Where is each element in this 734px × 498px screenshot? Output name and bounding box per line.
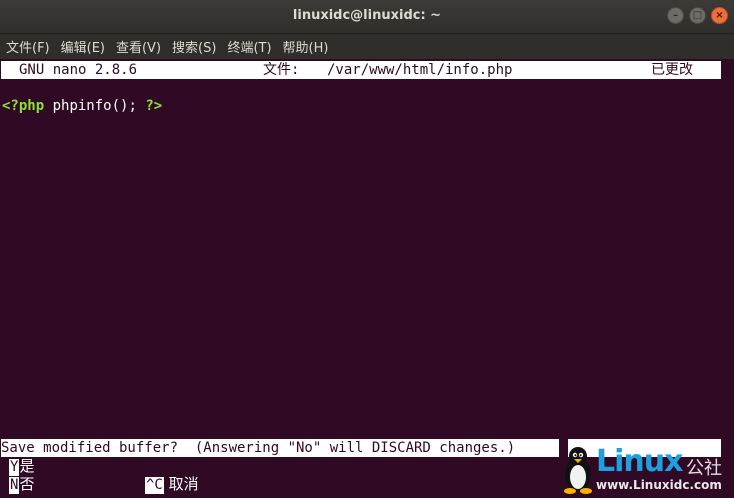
code-line: <?php phpinfo(); ?>: [2, 97, 162, 115]
logo-brand: Linux: [596, 444, 683, 479]
menu-bar: 文件(F) 编辑(E) 查看(V) 搜索(S) 终端(T) 帮助(H): [0, 34, 734, 59]
code-body: phpinfo();: [44, 98, 146, 114]
php-open-tag: <?php: [2, 98, 45, 114]
shortcut-yes[interactable]: Y是: [9, 457, 35, 476]
menu-edit[interactable]: 编辑(E): [55, 37, 110, 56]
minimize-button[interactable]: –: [667, 7, 684, 24]
close-button[interactable]: ×: [711, 7, 728, 24]
menu-search[interactable]: 搜索(S): [166, 37, 221, 56]
logo-url: www.Linuxidc.com: [596, 478, 722, 492]
shortcut-key: N: [9, 477, 20, 494]
shortcut-desc: 否: [19, 475, 35, 493]
window-controls: – □ ×: [667, 7, 728, 24]
maximize-button[interactable]: □: [689, 7, 706, 24]
modified-indicator: 已更改: [651, 62, 693, 78]
logo-cn: 公社: [686, 458, 722, 479]
shortcut-no[interactable]: N否: [9, 475, 35, 494]
nano-header-bar: GNU nano 2.8.6 文件: /var/www/html/info.ph…: [1, 61, 721, 79]
shortcut-desc: 取消: [163, 475, 199, 493]
tux-penguin-icon: [564, 447, 592, 494]
shortcut-key: ^C: [145, 477, 164, 494]
nano-version: GNU nano 2.8.6: [19, 62, 138, 78]
title-bar: linuxidc@linuxidc: ~ – □ ×: [0, 0, 734, 34]
shortcut-cancel[interactable]: ^C 取消: [145, 475, 199, 494]
menu-view[interactable]: 查看(V): [110, 37, 166, 56]
status-prompt: Save modified buffer? (Answering "No" wi…: [1, 439, 559, 457]
window-title: linuxidc@linuxidc: ~: [292, 8, 442, 23]
menu-terminal[interactable]: 终端(T): [221, 37, 276, 56]
terminal-area[interactable]: GNU nano 2.8.6 文件: /var/www/html/info.ph…: [0, 59, 734, 494]
menu-help[interactable]: 帮助(H): [277, 37, 334, 56]
watermark-logo: Linux 公社 www.Linuxidc.com: [560, 444, 734, 494]
php-close-tag: ?>: [145, 98, 163, 114]
menu-file[interactable]: 文件(F): [0, 37, 55, 56]
shortcut-key: Y: [9, 459, 20, 476]
shortcut-desc: 是: [19, 457, 35, 475]
file-label: 文件:: [263, 62, 300, 78]
file-path: /var/www/html/info.php: [327, 62, 513, 78]
